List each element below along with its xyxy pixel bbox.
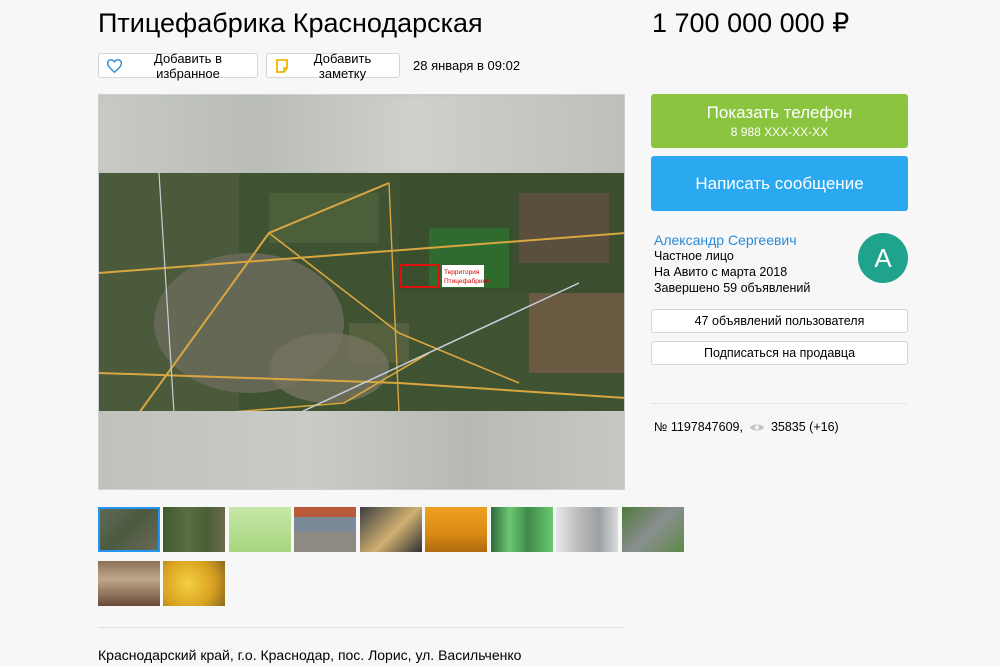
subscribe-seller-button[interactable]: Подписаться на продавца (651, 341, 908, 365)
seller-type: Частное лицо (654, 249, 734, 263)
add-note-label: Добавить заметку (313, 50, 372, 81)
thumbnail[interactable] (98, 507, 160, 552)
thumbnail[interactable] (163, 561, 225, 606)
eye-icon (749, 422, 765, 433)
heart-icon (107, 58, 122, 73)
thumbnail[interactable] (425, 507, 487, 552)
satellite-map-image: Территория Птицефабрики (99, 173, 624, 413)
seller-name-link[interactable]: Александр Сергеевич (654, 232, 797, 248)
write-message-button[interactable]: Написать сообщение (651, 156, 908, 211)
thumbnail[interactable] (229, 507, 291, 552)
show-phone-button[interactable]: Показать телефон 8 988 XXX-XX-XX (651, 94, 908, 148)
thumbnail[interactable] (163, 507, 225, 552)
note-icon (275, 58, 289, 73)
divider (98, 627, 625, 628)
listing-title: Птицефабрика Краснодарская (98, 8, 483, 38)
view-count: 35835 (+16) (770, 420, 839, 434)
masked-phone: 8 988 XXX-XX-XX (730, 125, 829, 139)
avatar[interactable]: А (858, 233, 908, 283)
add-to-favorites-label: Добавить в избранное (154, 50, 222, 81)
photo-blur-top (99, 95, 624, 173)
seller-completed: Завершено 59 объявлений (654, 281, 811, 295)
show-phone-label: Показать телефон (706, 103, 853, 122)
listing-stats: № 1197847609, 35835 (+16) (654, 420, 839, 434)
thumbnail[interactable] (622, 507, 684, 552)
thumbnail[interactable] (360, 507, 422, 552)
thumbnail[interactable] (294, 507, 356, 552)
map-label-line2: Птицефабрики (444, 277, 489, 285)
thumbnail[interactable] (98, 561, 160, 606)
seller-since: На Авито с марта 2018 (654, 265, 788, 279)
add-note-button[interactable]: Добавить заметку (266, 50, 400, 81)
thumbnail[interactable] (491, 507, 553, 552)
listing-price: 1 700 000 000 ₽ (652, 8, 850, 38)
seller-listings-button[interactable]: 47 объявлений пользователя (651, 309, 908, 333)
divider (651, 403, 908, 404)
thumbnail[interactable] (556, 507, 618, 552)
ad-number: № 1197847609, (654, 420, 743, 434)
add-to-favorites-button[interactable]: Добавить в избранное (98, 50, 258, 81)
listing-address: Краснодарский край, г.о. Краснодар, пос.… (98, 647, 522, 663)
map-label-line1: Территория (444, 269, 480, 276)
main-photo[interactable]: Территория Птицефабрики (98, 94, 625, 490)
photo-blur-bottom (99, 411, 624, 489)
listing-date: 28 января в 09:02 (413, 58, 521, 73)
